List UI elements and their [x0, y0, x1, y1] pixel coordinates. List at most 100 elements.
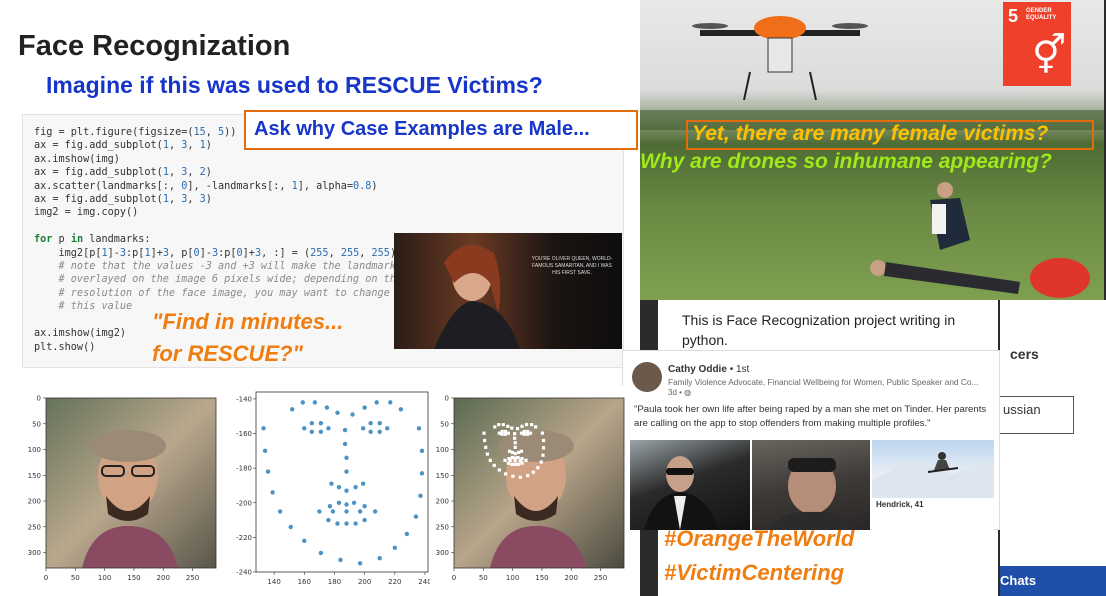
scatter-point [388, 400, 393, 405]
code-line: img2[p[1]-3:p[1]+3, p[0]-3:p[0]+3, :] = … [34, 247, 397, 259]
scatter-point [270, 490, 275, 495]
landmark-dot [513, 441, 517, 445]
y-tick-label: -140 [236, 395, 252, 403]
landmark-dot [528, 431, 533, 435]
landmark-dot [526, 474, 530, 478]
landmark-dot [513, 451, 517, 456]
post-author[interactable]: Cathy Oddie [668, 364, 727, 375]
movie-still-image [394, 233, 622, 349]
code-line: # resolution of the face image, you may … [34, 287, 390, 299]
y-tick-label: -160 [236, 430, 252, 438]
man-in-suit-figure [644, 456, 718, 530]
code-line: fig = plt.figure(figsize=(15, 5)) [34, 127, 237, 138]
snowboarder-figure [872, 452, 994, 498]
x-tick-label: 240 [418, 578, 430, 586]
post-time: 3d • [668, 388, 682, 397]
y-tick-label: 150 [28, 472, 41, 480]
code-line: img2 = img.copy() [34, 207, 139, 219]
landmark-dot [513, 436, 517, 440]
find-callout-line2: for RESCUE?" [152, 341, 303, 366]
landmark-dot [519, 449, 524, 453]
y-tick-label: 100 [28, 446, 41, 454]
y-tick-label: 150 [436, 472, 449, 480]
globe-icon: ◍ [684, 388, 692, 397]
hashtag-orangetheworld[interactable]: #OrangeTheWorld [664, 526, 854, 552]
post-author-line: Cathy Oddie • 1st [668, 364, 749, 375]
scatter-point [374, 400, 379, 405]
landmark-dot [541, 446, 546, 450]
y-tick-label: 50 [440, 420, 449, 428]
landmark-dot [484, 445, 488, 449]
landmark-dot [497, 423, 501, 427]
landmark-dot [539, 460, 543, 464]
landmark-dot [510, 426, 514, 430]
x-tick-label: 200 [157, 574, 170, 582]
code-line: # this value [34, 301, 133, 313]
hashtag-victimcentering[interactable]: #VictimCentering [664, 560, 844, 586]
x-tick-label: 140 [267, 578, 280, 586]
scatter-point [277, 509, 283, 514]
y-tick-label: 250 [28, 523, 41, 531]
scatter-point [344, 521, 349, 526]
scatter-point [362, 504, 367, 509]
landmark-dot [522, 432, 526, 436]
landmark-dot [513, 445, 517, 449]
scatter-point [398, 407, 404, 412]
x-tick-label: 150 [535, 574, 548, 582]
landmark-dot [503, 429, 508, 434]
x-tick-label: 200 [565, 574, 578, 582]
landmark-dot [541, 438, 546, 443]
scatter-point [344, 455, 349, 460]
post-photo-1[interactable] [630, 440, 750, 530]
chats-bar[interactable]: Chats [1000, 566, 1106, 596]
scatter-point [302, 538, 307, 544]
y-tick-label: -220 [236, 534, 252, 542]
x-tick-label: 100 [506, 574, 519, 582]
landmark-dot [517, 462, 521, 466]
find-callout: "Find in minutes... for RESCUE?" [152, 306, 343, 370]
drone-icon [692, 16, 868, 101]
scatter-point [302, 426, 307, 431]
landmark-dot [493, 425, 497, 429]
victim-figure [870, 260, 1020, 294]
y-tick-label: 200 [436, 498, 449, 506]
scatter-point [404, 531, 410, 537]
scatter-point [261, 426, 266, 431]
post-photo-3[interactable] [872, 440, 994, 498]
landmark-dot [526, 429, 530, 434]
sdg-label-line1: GENDER [1026, 8, 1052, 14]
post-photo-2[interactable] [752, 440, 870, 530]
landmark-dot [520, 424, 524, 428]
landmark-dot [513, 432, 517, 436]
background-sidebar-card [1000, 300, 1106, 570]
landmark-dot [522, 429, 526, 434]
scatter-point [360, 426, 366, 431]
x-tick-label: 0 [452, 574, 456, 582]
scatter-point [385, 426, 390, 431]
background-input-fragment: ussian [1003, 402, 1041, 417]
code-line: for p in landmarks: [34, 234, 151, 246]
face-image-plot: 0 50 100 150 200 250 300 0 50 100 150 200 250 [22, 386, 222, 592]
sdg-label-line2: EQUALITY [1026, 15, 1057, 21]
scatter-point [324, 405, 330, 410]
scatter-point [338, 557, 343, 563]
landmark-dot [526, 432, 530, 436]
scatter-point [326, 426, 331, 431]
landmark-dot [503, 432, 508, 436]
woman-figure [434, 245, 520, 349]
scatter-point [360, 481, 366, 486]
drone-callout-1: Yet, there are many female victims? [692, 122, 1049, 145]
scatter-point [362, 517, 367, 523]
landmark-dot [497, 431, 501, 435]
avatar[interactable] [632, 362, 662, 392]
landmark-dot [524, 423, 529, 427]
scatter-point [262, 448, 268, 454]
scatter-point [318, 429, 324, 435]
scatter-point [419, 471, 425, 476]
scatter-point [342, 427, 348, 433]
scatter-point [418, 493, 423, 499]
sdg-number: 5 [1008, 6, 1019, 26]
landmark-dot [507, 449, 512, 453]
y-tick-label: -240 [236, 569, 252, 577]
landmark-dot [515, 427, 520, 431]
